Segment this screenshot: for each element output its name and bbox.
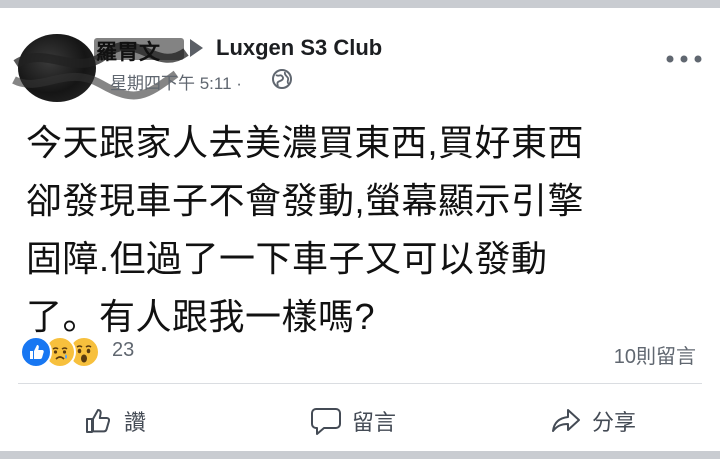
- action-divider: [18, 383, 702, 384]
- share-button-label: 分享: [592, 410, 637, 435]
- comment-count-link[interactable]: 10則留言: [614, 340, 696, 369]
- post-body: 今天跟家人去美濃買東西,買好東西 卻發現車子不會發動,螢幕顯示引擎 固障.但過了…: [26, 114, 706, 346]
- globe-icon[interactable]: [271, 68, 293, 90]
- comment-button[interactable]: 留言: [310, 396, 396, 446]
- thumbs-up-icon: [86, 409, 111, 433]
- speech-bubble-icon: [311, 408, 341, 435]
- share-arrow-icon: [552, 409, 580, 432]
- like-button-label: 讚: [124, 410, 147, 435]
- post-timestamp[interactable]: 星期四下午 5:11 ·: [110, 69, 242, 94]
- comment-button-label: 留言: [352, 410, 397, 435]
- like-reaction-icon: [20, 336, 52, 368]
- post-body-line: 今天跟家人去美濃買東西,買好東西: [26, 122, 585, 163]
- more-options-icon[interactable]: [664, 52, 704, 66]
- post-body-line: 固障.但過了一下車子又可以發動: [26, 238, 548, 279]
- post-body-line: 卻發現車子不會發動,螢幕顯示引擎: [26, 180, 585, 221]
- post-card: 羅胃文 Luxgen S3 Club 星期四下午 5:11 · 今天跟家人去美濃…: [0, 8, 720, 451]
- reaction-count: 23: [112, 339, 135, 361]
- group-name-link[interactable]: Luxgen S3 Club: [216, 35, 382, 61]
- post-header: 羅胃文 Luxgen S3 Club 星期四下午 5:11 ·: [0, 8, 720, 108]
- share-button[interactable]: 分享: [550, 396, 636, 446]
- author-name[interactable]: 羅胃文: [96, 36, 161, 66]
- chevron-right-icon: [190, 39, 203, 57]
- action-bar: 讚 留言 分享: [0, 396, 720, 446]
- like-button[interactable]: 讚: [84, 396, 146, 446]
- reaction-summary[interactable]: 23: [20, 336, 160, 368]
